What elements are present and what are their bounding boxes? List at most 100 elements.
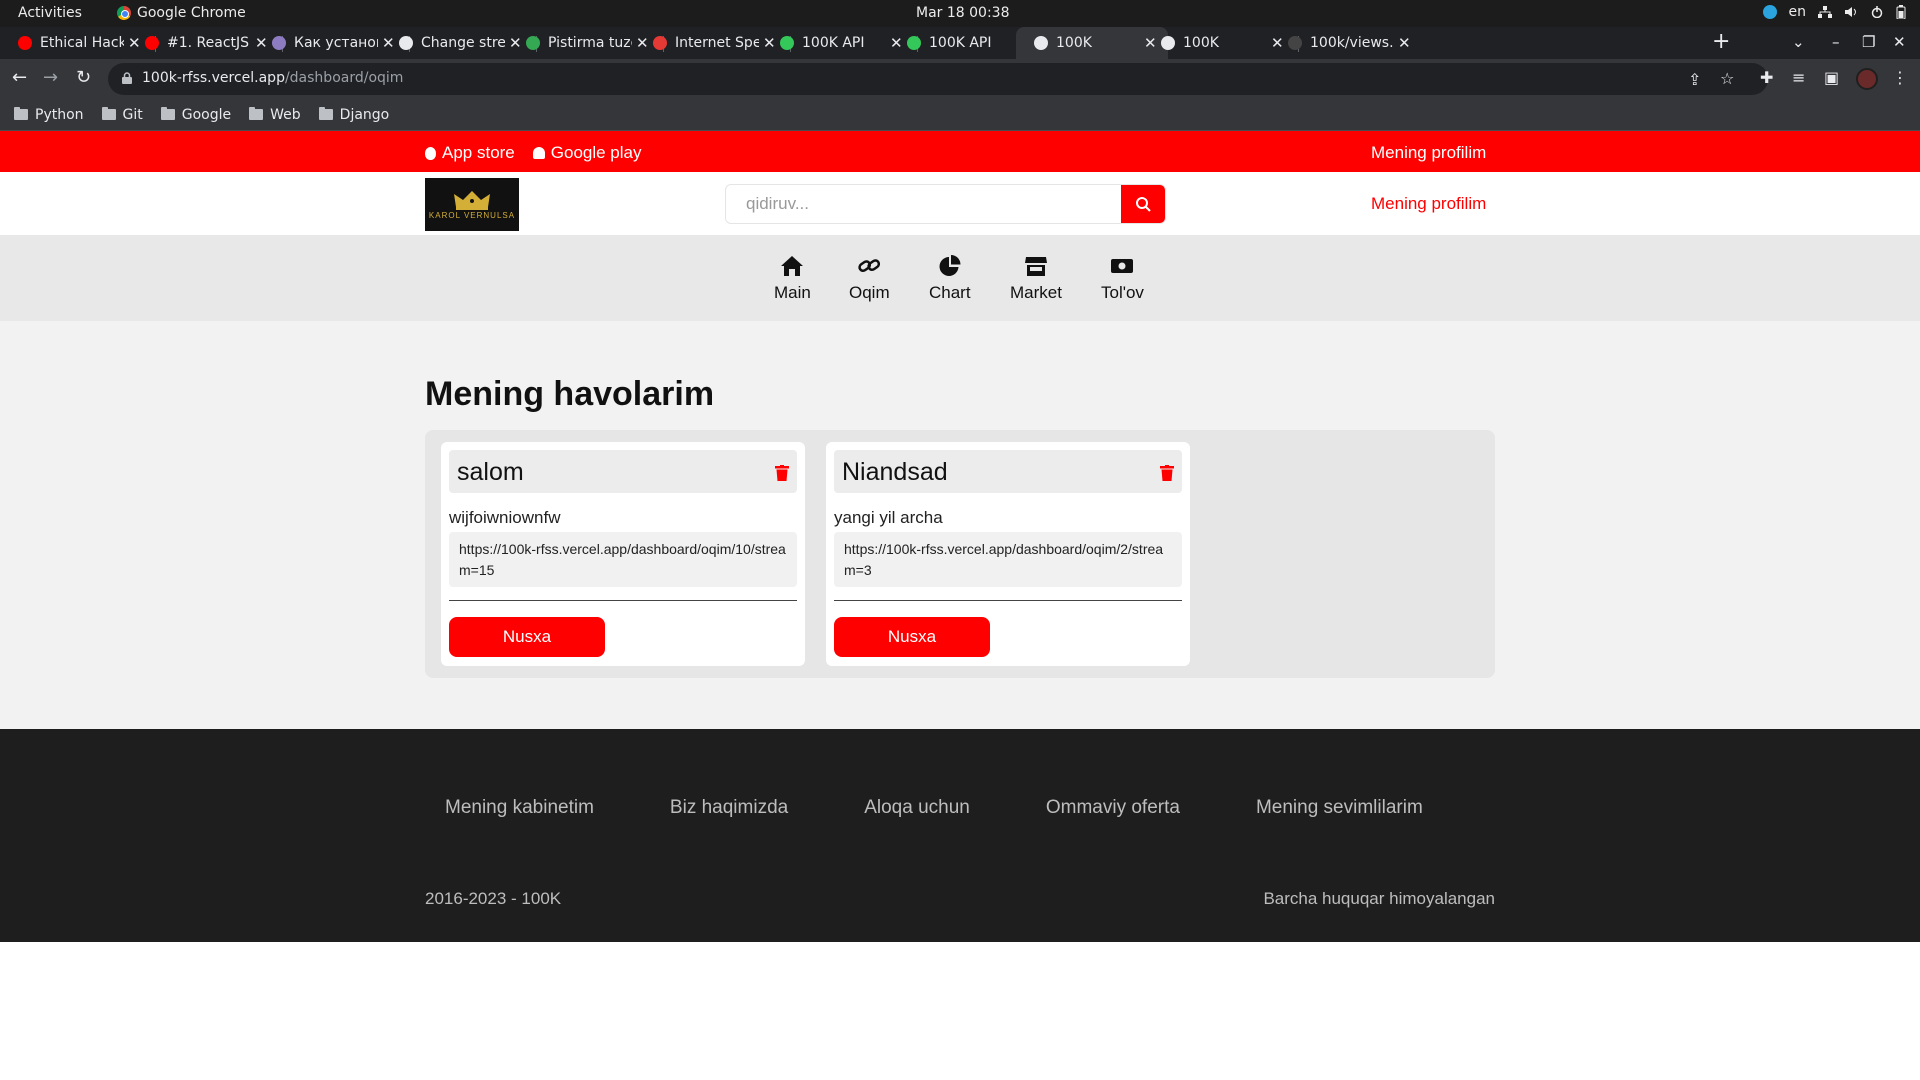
github-icon [1288,36,1302,50]
power-icon[interactable] [1870,6,1884,18]
globe-icon [399,36,413,50]
youtube-icon [145,36,159,50]
reload-icon[interactable]: ↻ [76,67,91,88]
card-description: wijfoiwniownfw [449,508,561,527]
nav-chart[interactable]: Chart [929,255,971,303]
globe-icon [1161,36,1175,50]
top-profile-link[interactable]: Mening profilim [1371,143,1486,163]
tab-title: Internet Spee [675,35,759,51]
crown-icon [454,191,490,210]
bookmark-label: Google [181,106,232,123]
nav-tolov-label: Tol'ov [1101,283,1144,302]
apple-icon [425,146,436,160]
nav-market-label: Market [1010,283,1062,302]
browser-tab[interactable]: 100k/views.p ✕ [1270,27,1422,59]
back-icon[interactable]: ← [12,67,27,88]
url-text[interactable]: 100k-rfss.vercel.app/dashboard/oqim [142,70,403,86]
tab-title: 100K [1056,35,1092,51]
lock-icon[interactable] [122,72,132,84]
reading-list-icon[interactable]: ≡ [1792,68,1805,87]
search-input[interactable] [726,185,1121,223]
side-panel-icon[interactable]: ▣ [1824,68,1839,87]
app-store-label: App store [442,143,515,162]
chrome-icon [117,6,131,20]
bookmark-folder[interactable]: Git [101,106,143,123]
new-tab-button[interactable]: + [1712,29,1730,54]
card-divider [834,600,1182,601]
forward-icon[interactable]: → [43,67,58,88]
close-window-icon[interactable]: ✕ [1893,33,1906,51]
card-header: Niandsad [834,450,1182,493]
nav-main[interactable]: Main [774,255,811,303]
tab-title: 100K API [929,35,992,51]
activities-button[interactable]: Activities [18,5,82,21]
nav-oqim[interactable]: Oqim [849,255,890,303]
footer-link-about[interactable]: Biz haqimizda [670,797,788,819]
card-link[interactable]: https://100k-rfss.vercel.app/dashboard/o… [834,532,1182,587]
bookmark-label: Web [270,106,301,123]
nav-tolov[interactable]: Tol'ov [1101,255,1144,303]
trash-icon[interactable] [1160,465,1174,481]
more-menu-icon[interactable]: ⋮ [1892,68,1908,87]
folder-icon [160,107,175,120]
address-bar[interactable]: 100k-rfss.vercel.app/dashboard/oqim ⇪ ☆ [108,63,1768,95]
system-tray[interactable]: en [1762,4,1907,20]
url-path: /dashboard/oqim [284,70,404,86]
tab-search-icon[interactable]: ⌄ [1792,33,1805,51]
tab-strip: + ⌄ – ❐ ✕ Ethical Hackin✕#1. ReactJS n✕К… [0,27,1920,59]
footer-link-offer[interactable]: Ommaviy oferta [1046,797,1180,819]
restore-icon[interactable]: ❐ [1862,33,1875,51]
api-icon [780,36,794,50]
bookmark-label: Python [35,106,84,123]
bookmark-folder[interactable]: Django [318,107,389,123]
app-store-link[interactable]: App store [425,143,515,163]
android-icon [532,147,545,159]
header-profile-link[interactable]: Mening profilim [1371,194,1486,214]
main-nav: Main Oqim Chart Market Tol'ov [0,235,1920,321]
telegram-icon[interactable] [1762,5,1777,19]
trash-icon[interactable] [775,465,789,481]
tab-close-icon[interactable]: ✕ [1398,34,1412,52]
card-link[interactable]: https://100k-rfss.vercel.app/dashboard/o… [449,532,797,587]
bookmark-label: Git [122,106,143,123]
minimize-icon[interactable]: – [1832,33,1840,51]
bookmark-star-icon[interactable]: ☆ [1720,69,1734,88]
footer-link-favorites[interactable]: Mening sevimlilarim [1256,797,1423,819]
copy-button[interactable]: Nusxa [834,617,990,657]
site-logo[interactable]: KAROL VERNULSA [425,178,519,231]
nav-oqim-label: Oqim [849,283,890,302]
folder-icon [318,107,333,120]
nav-market[interactable]: Market [1010,255,1062,303]
app-menu[interactable]: Google Chrome [117,5,246,21]
store-icon [1024,257,1047,276]
battery-icon[interactable] [1896,5,1906,19]
clock[interactable]: Mar 18 00:38 [916,5,1009,21]
bookmark-folder[interactable]: Web [249,107,301,123]
share-icon[interactable]: ⇪ [1688,70,1701,89]
search-box [725,184,1166,224]
language-indicator[interactable]: en [1789,4,1807,20]
bookmark-folder[interactable]: Google [160,106,232,123]
extensions-icon[interactable]: ✚ [1760,68,1773,87]
store-links: App store Google play [425,143,642,163]
profile-avatar[interactable] [1856,68,1878,90]
speedtest-icon [653,36,667,50]
footer-link-cabinet[interactable]: Mening kabinetim [445,797,594,819]
folder-icon [14,107,28,120]
search-button[interactable] [1121,185,1165,223]
api-icon [907,36,921,50]
tab-title: Pistirma tuzo [548,35,632,51]
home-icon [781,256,804,276]
copy-button[interactable]: Nusxa [449,617,605,657]
link-card: salom wijfoiwniownfw https://100k-rfss.v… [441,442,805,666]
footer-link-contact[interactable]: Aloqa uchun [864,797,970,819]
network-icon[interactable] [1818,6,1832,18]
tab-title: Ethical Hackin [40,35,124,51]
bookmark-folder[interactable]: Python [14,107,84,123]
card-name: Niandsad [842,458,948,486]
card-header: salom [449,450,797,493]
google-play-link[interactable]: Google play [532,143,642,163]
link-card: Niandsad yangi yil archa https://100k-rf… [826,442,1190,666]
volume-icon[interactable] [1844,6,1858,18]
bookmarks-bar: Python Git Google Web Django [0,99,1920,131]
